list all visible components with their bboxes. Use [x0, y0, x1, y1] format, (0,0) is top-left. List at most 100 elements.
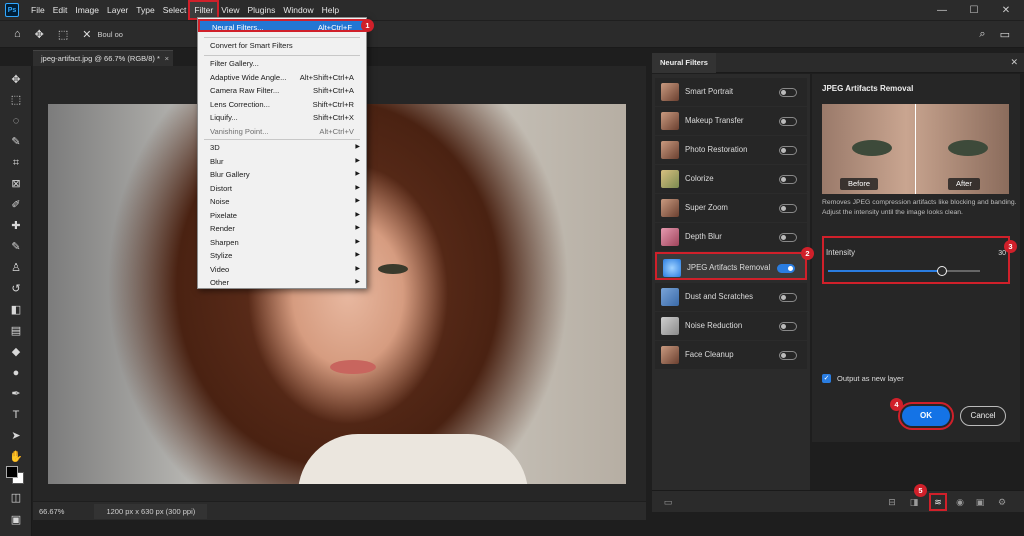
pen-icon[interactable]: ✒	[8, 386, 24, 402]
noise-reduction-toggle[interactable]	[779, 322, 797, 331]
menu-item-video[interactable]: Video ▶	[198, 263, 366, 276]
crop-icon[interactable]: ⌗	[8, 155, 24, 171]
photo-restoration-toggle[interactable]	[779, 146, 797, 155]
search-icon[interactable]: ⌕	[979, 28, 985, 41]
marquee-icon[interactable]: ⬚	[8, 92, 24, 108]
preview-divider[interactable]	[915, 104, 916, 194]
type-icon[interactable]: T	[8, 407, 24, 423]
menu-item-camera-raw[interactable]: Camera Raw Filter... Shift+Ctrl+A	[198, 84, 366, 97]
close-window-icon[interactable]: ✕	[990, 0, 1022, 20]
camera-icon[interactable]: ◉	[954, 496, 966, 508]
dodge-icon[interactable]: ●	[8, 365, 24, 381]
depth-blur-toggle[interactable]	[779, 233, 797, 242]
menu-item-liquify[interactable]: Liquify... Shift+Ctrl+X	[198, 111, 366, 124]
gradient-icon[interactable]: ▤	[8, 323, 24, 339]
screen-mode-icon[interactable]: ▣	[8, 512, 24, 528]
filter-item-smart-portrait[interactable]: Smart Portrait	[655, 78, 807, 106]
menu-item-noise[interactable]: Noise ▶	[198, 195, 366, 208]
super-zoom-toggle[interactable]	[779, 204, 797, 213]
menu-item-3d[interactable]: 3D ▶	[198, 141, 366, 154]
layer-preview-icon[interactable]: ▭	[662, 496, 674, 508]
hand-icon[interactable]: ✋	[8, 449, 24, 465]
healing-icon[interactable]: ✚	[8, 218, 24, 234]
menu-item-sharpen[interactable]: Sharpen ▶	[198, 236, 366, 249]
menu-item-lens-correction[interactable]: Lens Correction... Shift+Ctrl+R	[198, 98, 366, 111]
blur-icon[interactable]: ◆	[8, 344, 24, 360]
makeup-transfer-toggle[interactable]	[779, 117, 797, 126]
settings-icon[interactable]: ⚙	[996, 496, 1008, 508]
zoom-level[interactable]: 66.67%	[33, 507, 76, 516]
quick-select-icon[interactable]: ✎	[8, 134, 24, 150]
menu-image[interactable]: Image	[71, 2, 103, 18]
menu-layer[interactable]: Layer	[103, 2, 132, 18]
menu-item-blur[interactable]: Blur ▶	[198, 155, 366, 168]
document-info[interactable]: 1200 px x 630 px (300 ppi)	[94, 503, 208, 519]
filter-item-face-cleanup[interactable]: Face Cleanup	[655, 341, 807, 369]
layers-icon[interactable]: ≋	[929, 493, 947, 511]
menu-item-filter-gallery[interactable]: Filter Gallery...	[198, 57, 366, 70]
minimize-icon[interactable]: —	[926, 0, 958, 20]
menu-item-stylize[interactable]: Stylize ▶	[198, 249, 366, 262]
maximize-icon[interactable]: ☐	[958, 0, 990, 20]
menu-select[interactable]: Select	[159, 2, 191, 18]
document-tab[interactable]: jpeg-artifact.jpg @ 66.7% (RGB/8) * ×	[33, 50, 173, 66]
menu-help[interactable]: Help	[318, 2, 343, 18]
auto-select-icon[interactable]: ⬚	[58, 28, 68, 41]
menu-view[interactable]: View	[217, 2, 243, 18]
filter-item-super-zoom[interactable]: Super Zoom	[655, 194, 807, 222]
intensity-slider[interactable]	[828, 266, 980, 276]
menu-plugins[interactable]: Plugins	[243, 2, 279, 18]
menu-file[interactable]: File	[27, 2, 49, 18]
compare-icon[interactable]: ⊟	[886, 496, 898, 508]
move-icon[interactable]: ✥	[8, 72, 24, 88]
filter-item-makeup-transfer[interactable]: Makeup Transfer	[655, 107, 807, 135]
menu-item-adaptive-wide-angle[interactable]: Adaptive Wide Angle... Alt+Shift+Ctrl+A	[198, 71, 366, 84]
eyedropper-icon[interactable]: ✐	[8, 197, 24, 213]
filter-item-colorize[interactable]: Colorize	[655, 165, 807, 193]
menu-item-other[interactable]: Other ▶	[198, 276, 366, 289]
menu-item-pixelate[interactable]: Pixelate ▶	[198, 209, 366, 222]
history-brush-icon[interactable]: ↺	[8, 281, 24, 297]
home-icon[interactable]: ⌂	[14, 28, 21, 40]
lasso-icon[interactable]: ◌	[8, 113, 24, 129]
brush-icon[interactable]: ✎	[8, 239, 24, 255]
menu-item-neural-filters[interactable]: Neural Filters... Alt+Ctrl+F	[198, 19, 366, 33]
move-tool-icon[interactable]: ✥	[35, 28, 44, 41]
face-cleanup-toggle[interactable]	[779, 351, 797, 360]
filter-item-noise-reduction[interactable]: Noise Reduction	[655, 312, 807, 340]
colorize-toggle[interactable]	[779, 175, 797, 184]
preview-toggle-icon[interactable]: ◨	[908, 496, 920, 508]
filter-item-photo-restoration[interactable]: Photo Restoration	[655, 136, 807, 164]
close-tab-icon[interactable]: ×	[165, 51, 169, 67]
menu-item-blur-gallery[interactable]: Blur Gallery ▶	[198, 168, 366, 181]
smart-portrait-toggle[interactable]	[779, 88, 797, 97]
menu-item-distort[interactable]: Distort ▶	[198, 182, 366, 195]
cancel-button[interactable]: Cancel	[960, 406, 1006, 426]
frame-icon[interactable]: ⊠	[8, 176, 24, 192]
filter-item-jpeg-artifacts-removal[interactable]: JPEG Artifacts Removal	[655, 252, 807, 280]
menu-window[interactable]: Window	[279, 2, 317, 18]
menu-edit[interactable]: Edit	[49, 2, 72, 18]
menu-filter[interactable]: Filter	[188, 0, 220, 20]
filter-item-depth-blur[interactable]: Depth Blur	[655, 223, 807, 251]
menu-item-convert-smart-filters[interactable]: Convert for Smart Filters	[198, 39, 366, 52]
clone-stamp-icon[interactable]: ♙	[8, 260, 24, 276]
menu-item-render[interactable]: Render ▶	[198, 222, 366, 235]
workspace-icon[interactable]: ▭	[1000, 28, 1010, 41]
menu-type[interactable]: Type	[132, 2, 158, 18]
intensity-slider-handle[interactable]	[937, 266, 947, 276]
close-panel-icon[interactable]: ✕	[1010, 57, 1018, 68]
dust-scratches-toggle[interactable]	[779, 293, 797, 302]
before-after-preview[interactable]: Before After	[822, 104, 1009, 194]
path-select-icon[interactable]: ➤	[8, 428, 24, 444]
output-new-layer-checkbox[interactable]: ✓	[822, 374, 831, 383]
jpeg-artifacts-toggle[interactable]	[777, 264, 795, 273]
quick-mask-icon[interactable]: ◫	[8, 490, 24, 506]
image-icon[interactable]: ▣	[974, 496, 986, 508]
ok-button[interactable]: OK	[898, 402, 954, 430]
menu-item-vanishing-point[interactable]: Vanishing Point... Alt+Ctrl+V	[198, 125, 366, 138]
transform-icon[interactable]: ✕	[82, 28, 91, 41]
eraser-icon[interactable]: ◧	[8, 302, 24, 318]
foreground-color-swatch[interactable]	[6, 466, 18, 478]
filter-item-dust-and-scratches[interactable]: Dust and Scratches	[655, 283, 807, 311]
